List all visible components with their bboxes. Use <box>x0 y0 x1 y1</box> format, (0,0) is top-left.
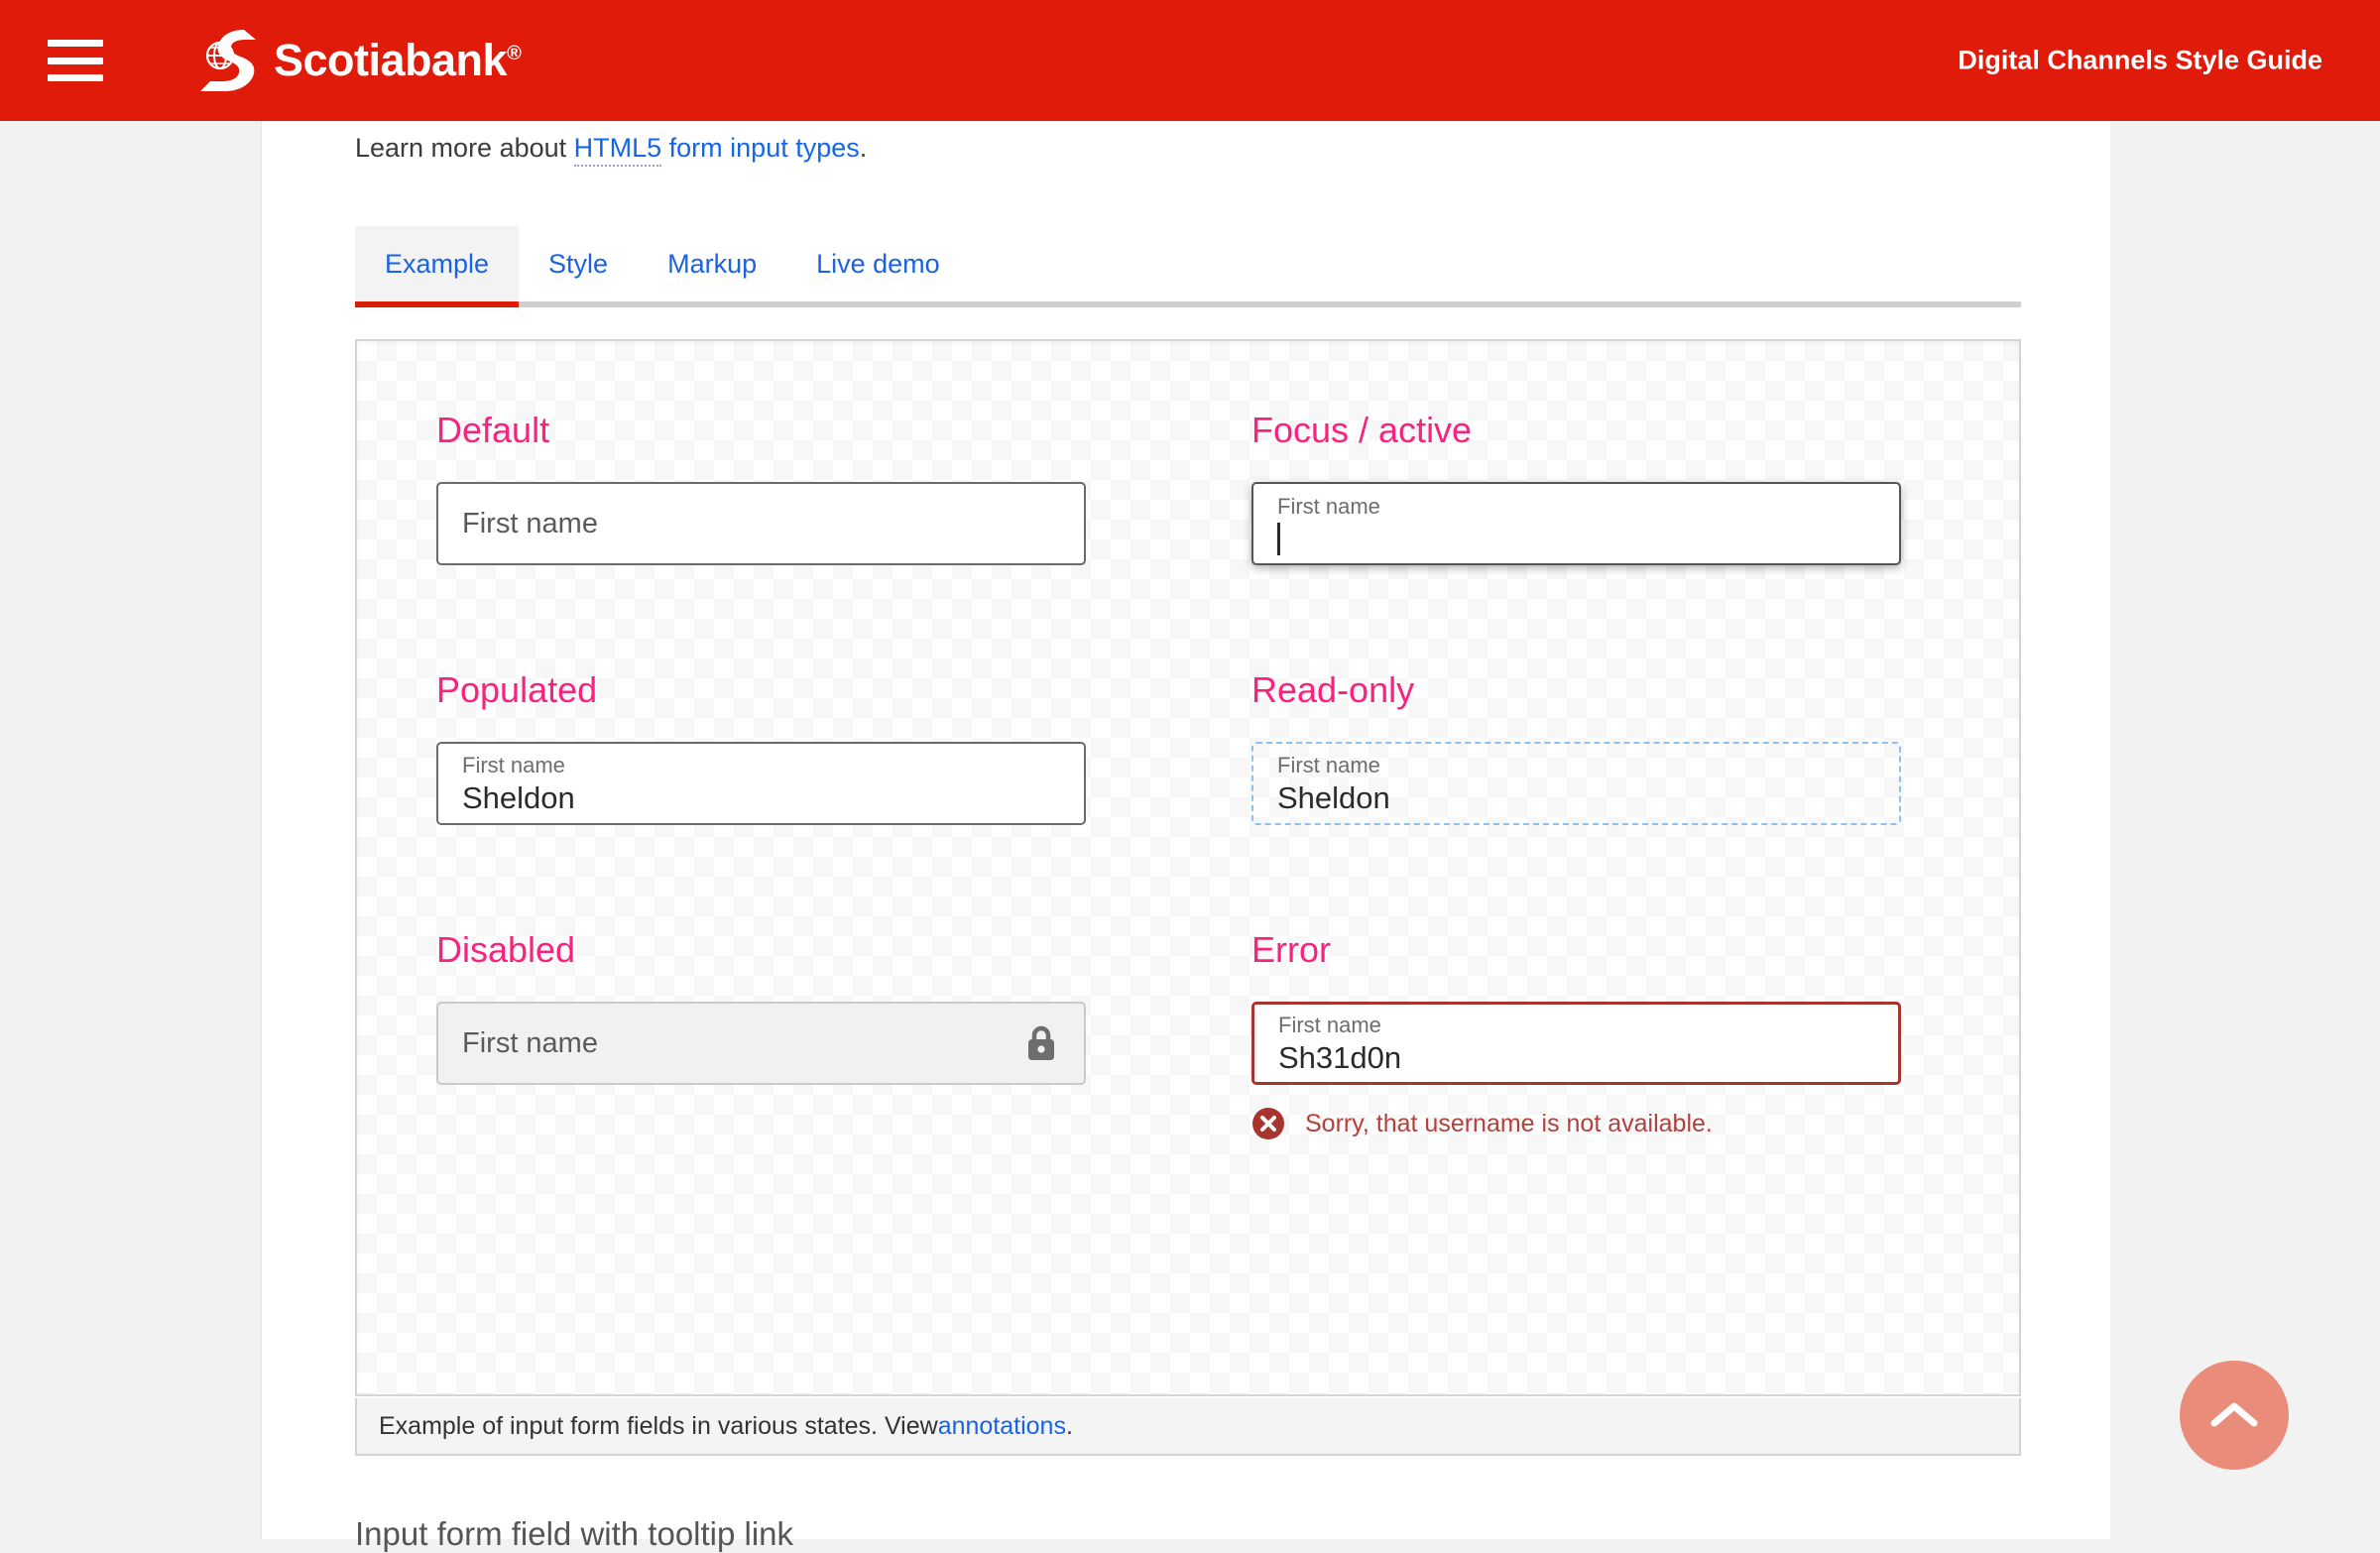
scroll-to-top-button[interactable] <box>2180 1361 2289 1470</box>
input-value: Sheldon <box>1277 779 1390 816</box>
first-name-input-error[interactable]: First name Sh31d0n <box>1251 1002 1901 1085</box>
intro-suffix: . <box>860 133 868 163</box>
brand-logo[interactable]: Scotiabank® <box>198 28 521 93</box>
hamburger-bar <box>48 74 103 81</box>
input-float-label: First name <box>1277 753 1380 777</box>
site-header: Scotiabank® Digital Channels Style Guide <box>0 0 2380 121</box>
first-name-input-focus[interactable]: First name <box>1251 482 1901 565</box>
brand-name: Scotiabank® <box>274 35 521 86</box>
state-populated: Populated First name Sheldon <box>436 672 1086 825</box>
input-value: Sheldon <box>462 779 575 816</box>
annotations-link[interactable]: annotations <box>938 1412 1066 1441</box>
example-panel: Default First name Focus / active First … <box>355 339 2021 1396</box>
registered-mark: ® <box>507 43 521 64</box>
error-message-text: Sorry, that username is not available. <box>1305 1110 1713 1138</box>
input-float-label: First name <box>1278 1013 1381 1037</box>
state-readonly: Read-only First name Sheldon <box>1251 672 1901 825</box>
state-default: Default First name <box>436 413 1086 565</box>
input-float-label: First name <box>1277 494 1380 519</box>
state-title-disabled: Disabled <box>436 932 1086 968</box>
states-grid: Default First name Focus / active First … <box>436 413 1940 1140</box>
hamburger-menu-icon[interactable] <box>48 40 103 81</box>
error-message: Sorry, that username is not available. <box>1251 1107 1901 1140</box>
hamburger-bar <box>48 58 103 64</box>
caption-prefix: Example of input form fields in various … <box>379 1412 938 1441</box>
scotiabank-globe-logo <box>198 28 258 93</box>
next-section-heading: Input form field with tooltip link <box>355 1515 793 1553</box>
first-name-input-populated[interactable]: First name Sheldon <box>436 742 1086 825</box>
lock-icon <box>1024 1024 1058 1062</box>
state-title-error: Error <box>1251 932 1901 968</box>
example-caption: Example of input form fields in various … <box>355 1398 2021 1456</box>
tab-style[interactable]: Style <box>519 226 638 301</box>
first-name-input-default[interactable]: First name <box>436 482 1086 565</box>
input-value: Sh31d0n <box>1278 1039 1401 1076</box>
intro-prefix: Learn more about <box>355 133 574 163</box>
tab-bar: Example Style Markup Live demo <box>355 226 2021 307</box>
tab-markup[interactable]: Markup <box>638 226 786 301</box>
state-disabled: Disabled First name <box>436 932 1086 1140</box>
intro-text: Learn more about HTML5 form input types. <box>355 133 867 164</box>
state-focus: Focus / active First name <box>1251 413 1901 565</box>
left-rail <box>0 121 262 1539</box>
chevron-up-icon <box>2206 1395 2262 1435</box>
first-name-input-readonly: First name Sheldon <box>1251 742 1901 825</box>
html5-form-input-types-link[interactable]: HTML5 form input types <box>574 133 860 167</box>
link-dotted-part: HTML5 <box>574 133 662 167</box>
first-name-input-disabled: First name <box>436 1002 1086 1085</box>
tab-example[interactable]: Example <box>355 226 519 301</box>
error-circle-x-icon <box>1251 1107 1285 1140</box>
caption-suffix: . <box>1066 1412 1073 1441</box>
state-title-readonly: Read-only <box>1251 672 1901 708</box>
text-caret <box>1277 523 1280 555</box>
input-placeholder: First name <box>462 508 598 540</box>
state-title-populated: Populated <box>436 672 1086 708</box>
tab-live-demo[interactable]: Live demo <box>786 226 970 301</box>
state-error: Error First name Sh31d0n Sorry, that use… <box>1251 932 1901 1140</box>
state-title-focus: Focus / active <box>1251 413 1901 448</box>
state-title-default: Default <box>436 413 1086 448</box>
input-placeholder: First name <box>462 1027 598 1060</box>
page-title: Digital Channels Style Guide <box>1958 46 2322 76</box>
brand-name-text: Scotiabank <box>274 35 507 85</box>
hamburger-bar <box>48 40 103 47</box>
link-plain-part: form input types <box>661 133 860 163</box>
input-float-label: First name <box>462 753 565 777</box>
